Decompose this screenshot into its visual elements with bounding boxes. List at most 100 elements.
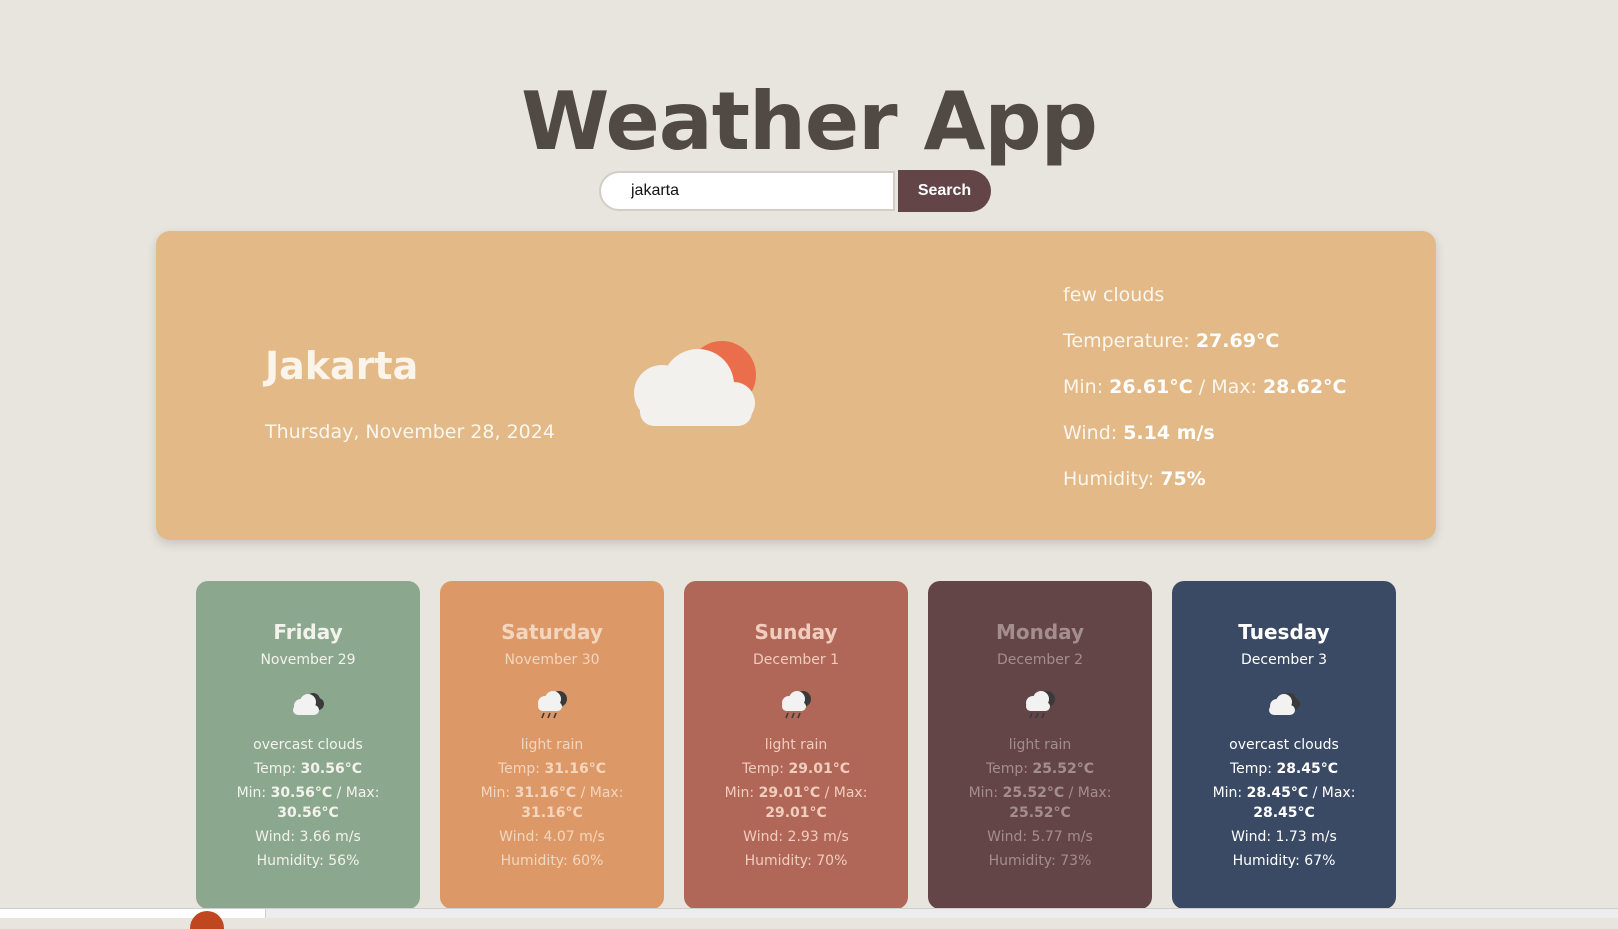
forecast-temp: Temp: 25.52°C bbox=[928, 759, 1152, 779]
forecast-date: November 29 bbox=[260, 652, 356, 668]
forecast-wind-value: 5.77 m/s bbox=[1031, 829, 1093, 845]
current-wind: Wind: 5.14 m/s bbox=[1063, 421, 1346, 467]
forecast-temp-value: 30.56°C bbox=[300, 761, 363, 777]
current-weather-card: Jakarta Thursday, November 28, 2024 few … bbox=[156, 231, 1436, 540]
sun-logo-icon bbox=[190, 911, 224, 929]
forecast-min-label: Min: bbox=[1212, 785, 1243, 801]
forecast-card: Monday December 2 light rain Temp: 25.52°C M… bbox=[928, 581, 1152, 909]
max-value: 28.62°C bbox=[1262, 376, 1347, 398]
forecast-max-label: / Max: bbox=[1068, 785, 1112, 801]
forecast-min-max: Min: 30.56°C / Max: 30.56°C bbox=[196, 783, 420, 823]
search-button[interactable]: Search bbox=[898, 170, 991, 212]
forecast-max-value: 25.52°C bbox=[1009, 805, 1071, 821]
forecast-humidity-value: 56% bbox=[328, 853, 360, 869]
forecast-wind-label: Wind: bbox=[743, 829, 784, 845]
forecast-wind-label: Wind: bbox=[499, 829, 540, 845]
forecast-humidity: Humidity: 70% bbox=[684, 851, 908, 871]
wind-label: Wind: bbox=[1063, 422, 1118, 444]
forecast-date: December 1 bbox=[753, 652, 839, 668]
forecast-card: Tuesday December 3 overcast clouds Temp: 28… bbox=[1172, 581, 1396, 909]
forecast-temp-value: 29.01°C bbox=[788, 761, 851, 777]
search-input[interactable] bbox=[599, 171, 895, 211]
forecast-wind-value: 4.07 m/s bbox=[543, 829, 605, 845]
forecast-max-label: / Max: bbox=[336, 785, 380, 801]
forecast-humidity-value: 70% bbox=[816, 853, 848, 869]
forecast-min-value: 30.56°C bbox=[270, 785, 333, 801]
overcast-clouds-icon bbox=[293, 693, 324, 715]
forecast-humidity: Humidity: 73% bbox=[928, 851, 1152, 871]
forecast-day: Friday bbox=[273, 620, 343, 644]
forecast-min-value: 25.52°C bbox=[1002, 785, 1065, 801]
forecast-max-value: 30.56°C bbox=[277, 805, 339, 821]
current-details: few clouds Temperature: 27.69°C Min: 26.… bbox=[1063, 283, 1346, 513]
forecast-wind-value: 3.66 m/s bbox=[299, 829, 361, 845]
forecast-wind-label: Wind: bbox=[1231, 829, 1272, 845]
forecast-humidity: Humidity: 56% bbox=[196, 851, 420, 871]
forecast-temp-label: Temp: bbox=[985, 761, 1028, 777]
forecast-temp-value: 25.52°C bbox=[1032, 761, 1095, 777]
forecast-max-value: 28.45°C bbox=[1253, 805, 1315, 821]
forecast-humidity-label: Humidity: bbox=[256, 853, 324, 869]
forecast-temp: Temp: 29.01°C bbox=[684, 759, 908, 779]
humidity-value: 75% bbox=[1160, 468, 1206, 490]
forecast-humidity: Humidity: 60% bbox=[440, 851, 664, 871]
forecast-humidity-label: Humidity: bbox=[744, 853, 812, 869]
temperature-label: Temperature: bbox=[1063, 330, 1190, 352]
forecast-description: light rain bbox=[520, 737, 584, 753]
forecast-temp-value: 31.16°C bbox=[544, 761, 607, 777]
light-rain-icon bbox=[782, 691, 811, 719]
forecast-description: overcast clouds bbox=[1229, 737, 1339, 753]
forecast-wind: Wind: 2.93 m/s bbox=[684, 827, 908, 847]
forecast-day: Monday bbox=[995, 620, 1085, 644]
forecast-wind: Wind: 4.07 m/s bbox=[440, 827, 664, 847]
forecast-humidity-label: Humidity: bbox=[500, 853, 568, 869]
forecast-wind-label: Wind: bbox=[987, 829, 1028, 845]
forecast-day: Sunday bbox=[754, 620, 838, 644]
overcast-clouds-icon bbox=[1269, 693, 1300, 715]
forecast-min-value: 31.16°C bbox=[514, 785, 577, 801]
forecast-wind: Wind: 1.73 m/s bbox=[1172, 827, 1396, 847]
forecast-temp-label: Temp: bbox=[497, 761, 540, 777]
forecast-max-value: 31.16°C bbox=[521, 805, 583, 821]
forecast-temp-label: Temp: bbox=[253, 761, 296, 777]
forecast-humidity-value: 60% bbox=[572, 853, 604, 869]
forecast-min-label: Min: bbox=[236, 785, 267, 801]
forecast-min-max: Min: 29.01°C / Max: 29.01°C bbox=[684, 783, 908, 823]
forecast-humidity-value: 73% bbox=[1060, 853, 1092, 869]
forecast-temp-label: Temp: bbox=[1229, 761, 1272, 777]
forecast-wind-value: 1.73 m/s bbox=[1275, 829, 1337, 845]
forecast-humidity-label: Humidity: bbox=[988, 853, 1056, 869]
forecast-wind-value: 2.93 m/s bbox=[787, 829, 849, 845]
forecast-temp: Temp: 30.56°C bbox=[196, 759, 420, 779]
min-label: Min: bbox=[1063, 376, 1104, 398]
humidity-label: Humidity: bbox=[1063, 468, 1155, 490]
forecast-min-label: Min: bbox=[724, 785, 755, 801]
few-clouds-icon bbox=[634, 341, 756, 426]
forecast-date: December 2 bbox=[997, 652, 1083, 668]
current-description: few clouds bbox=[1063, 284, 1165, 306]
forecast-card: Sunday December 1 light rain Temp: 29.01°C M… bbox=[684, 581, 908, 909]
forecast-date: December 3 bbox=[1241, 652, 1327, 668]
forecast-day: Tuesday bbox=[1238, 620, 1330, 644]
forecast-min-label: Min: bbox=[480, 785, 511, 801]
temperature-value: 27.69°C bbox=[1195, 330, 1280, 352]
forecast-max-label: / Max: bbox=[824, 785, 868, 801]
forecast-humidity-value: 67% bbox=[1304, 853, 1336, 869]
forecast-description: light rain bbox=[764, 737, 828, 753]
wind-value: 5.14 m/s bbox=[1123, 422, 1215, 444]
forecast-description: overcast clouds bbox=[253, 737, 363, 753]
forecast-wind: Wind: 3.66 m/s bbox=[196, 827, 420, 847]
forecast-min-label: Min: bbox=[968, 785, 999, 801]
app-title: Weather App bbox=[521, 75, 1098, 168]
forecast-min-max: Min: 25.52°C / Max: 25.52°C bbox=[928, 783, 1152, 823]
forecast-card: Saturday November 30 light rain Temp: 31.16… bbox=[440, 581, 664, 909]
forecast-card: Friday November 29 overcast clouds Temp: 30… bbox=[196, 581, 420, 909]
forecast-temp: Temp: 31.16°C bbox=[440, 759, 664, 779]
forecast-wind-label: Wind: bbox=[255, 829, 296, 845]
forecast-min-value: 28.45°C bbox=[1246, 785, 1309, 801]
forecast-day: Saturday bbox=[501, 620, 603, 644]
current-humidity: Humidity: 75% bbox=[1063, 467, 1346, 513]
light-rain-icon bbox=[1026, 691, 1055, 719]
forecast-temp-label: Temp: bbox=[741, 761, 784, 777]
forecast-temp: Temp: 28.45°C bbox=[1172, 759, 1396, 779]
